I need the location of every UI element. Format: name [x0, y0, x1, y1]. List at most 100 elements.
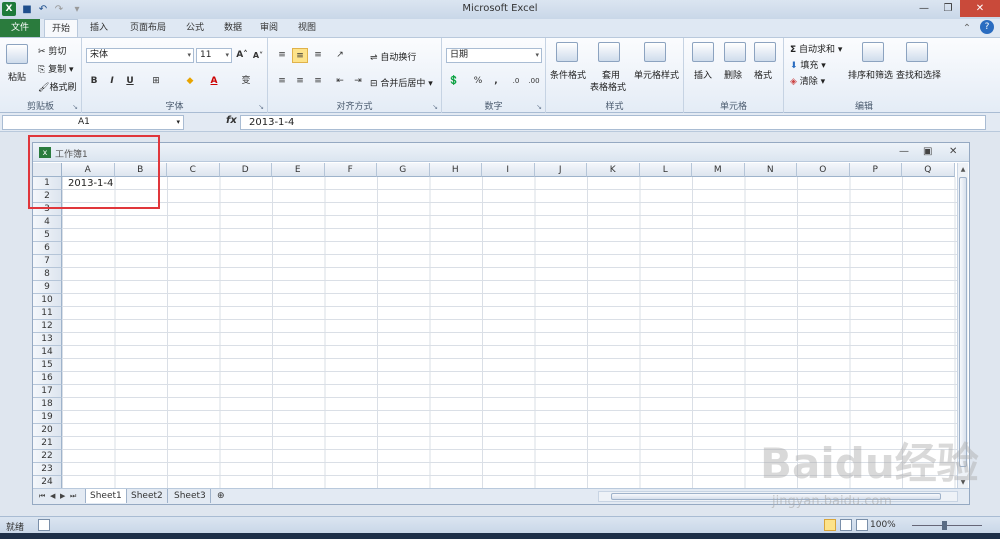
column-header[interactable]: I: [482, 163, 535, 177]
decrease-font-icon[interactable]: A˅: [250, 48, 266, 63]
currency-icon[interactable]: 💲: [446, 74, 462, 89]
comma-button[interactable]: ,: [488, 74, 504, 89]
zoom-slider-knob[interactable]: [942, 521, 947, 530]
format-table-icon[interactable]: [598, 42, 620, 62]
row-header[interactable]: 22: [33, 450, 62, 463]
workbook-close-icon[interactable]: ✕: [949, 146, 957, 157]
prev-sheet-icon[interactable]: ◀: [50, 492, 55, 500]
page-break-view-icon[interactable]: [856, 519, 868, 531]
clipboard-launcher-icon[interactable]: ↘: [72, 103, 78, 111]
row-header[interactable]: 19: [33, 411, 62, 424]
row-header[interactable]: 12: [33, 320, 62, 333]
tab-insert[interactable]: 插入: [82, 19, 116, 37]
format-cells-button[interactable]: 格式: [754, 68, 772, 81]
zoom-level[interactable]: 100%: [870, 520, 896, 530]
border-icon[interactable]: ⊞: [148, 74, 164, 89]
column-header[interactable]: F: [324, 163, 377, 177]
insert-sheet-icon[interactable]: ⊕: [213, 489, 229, 503]
find-select-button[interactable]: 查找和选择: [896, 68, 941, 81]
restore-icon[interactable]: ❐: [936, 0, 960, 17]
row-header[interactable]: 15: [33, 359, 62, 372]
workbook-restore-icon[interactable]: ▣: [923, 146, 932, 157]
page-layout-view-icon[interactable]: [840, 519, 852, 531]
row-header[interactable]: 6: [33, 242, 62, 255]
column-header[interactable]: N: [744, 163, 797, 177]
column-header[interactable]: D: [219, 163, 272, 177]
insert-cells-icon[interactable]: [692, 42, 714, 62]
format-cells-icon[interactable]: [754, 42, 776, 62]
tab-home[interactable]: 开始: [44, 19, 78, 37]
wrap-text-button[interactable]: ⇌ 自动换行: [370, 50, 416, 63]
cell-styles-button[interactable]: 单元格样式: [634, 68, 679, 81]
format-table-line2[interactable]: 表格格式: [590, 80, 626, 93]
conditional-format-icon[interactable]: [556, 42, 578, 62]
column-header[interactable]: Q: [902, 163, 955, 177]
font-name-combo[interactable]: 宋体 ▾: [86, 48, 194, 63]
column-header[interactable]: K: [587, 163, 640, 177]
column-header[interactable]: G: [377, 163, 430, 177]
number-format-combo[interactable]: 日期 ▾: [446, 48, 542, 63]
tab-data[interactable]: 数据: [218, 19, 248, 37]
increase-decimal-icon[interactable]: .0: [508, 74, 524, 89]
column-header[interactable]: O: [797, 163, 850, 177]
italic-button[interactable]: I: [104, 74, 120, 89]
macro-record-icon[interactable]: [38, 519, 50, 531]
help-icon[interactable]: ?: [980, 20, 994, 34]
tab-page-layout[interactable]: 页面布局: [124, 19, 172, 37]
sheet-tab-1[interactable]: Sheet1: [85, 489, 127, 503]
delete-cells-button[interactable]: 删除: [724, 68, 742, 81]
row-header[interactable]: 9: [33, 281, 62, 294]
row-header[interactable]: 4: [33, 216, 62, 229]
normal-view-icon[interactable]: [824, 519, 836, 531]
align-center-icon[interactable]: ≡: [292, 74, 308, 89]
workbook-minimize-icon[interactable]: —: [899, 146, 909, 157]
row-header[interactable]: 18: [33, 398, 62, 411]
font-launcher-icon[interactable]: ↘: [258, 103, 264, 111]
conditional-format-button[interactable]: 条件格式: [550, 68, 586, 81]
row-header[interactable]: 14: [33, 346, 62, 359]
last-sheet-icon[interactable]: ⏭: [70, 492, 76, 501]
increase-indent-icon[interactable]: ⇥: [350, 74, 366, 89]
sheet-tab-3[interactable]: Sheet3: [170, 489, 211, 503]
align-left-icon[interactable]: ≡: [274, 74, 290, 89]
tab-view[interactable]: 视图: [292, 19, 322, 37]
number-launcher-icon[interactable]: ↘: [536, 103, 542, 111]
font-color-button[interactable]: A: [206, 74, 222, 89]
row-header[interactable]: 7: [33, 255, 62, 268]
column-header[interactable]: M: [692, 163, 745, 177]
bold-button[interactable]: B: [86, 74, 102, 89]
zoom-slider[interactable]: [912, 521, 982, 530]
column-header[interactable]: P: [849, 163, 902, 177]
merge-center-button[interactable]: ⊟ 合并后居中 ▾: [370, 76, 433, 89]
row-header[interactable]: 17: [33, 385, 62, 398]
row-header[interactable]: 11: [33, 307, 62, 320]
insert-function-icon[interactable]: fx: [226, 115, 237, 126]
delete-cells-icon[interactable]: [724, 42, 746, 62]
percent-button[interactable]: %: [470, 74, 486, 89]
decrease-decimal-icon[interactable]: .00: [526, 74, 542, 89]
column-header[interactable]: L: [639, 163, 692, 177]
tab-review[interactable]: 审阅: [254, 19, 284, 37]
formula-input[interactable]: 2013-1-4: [240, 115, 986, 130]
close-icon[interactable]: ✕: [960, 0, 1000, 17]
find-select-icon[interactable]: [906, 42, 928, 62]
column-header[interactable]: H: [429, 163, 482, 177]
align-top-icon[interactable]: ≡: [274, 48, 290, 63]
fill-color-icon[interactable]: ◆: [182, 74, 198, 89]
column-header[interactable]: E: [272, 163, 325, 177]
name-box-dropdown-icon[interactable]: ▾: [176, 116, 180, 129]
autosum-button[interactable]: Σ 自动求和 ▾: [790, 42, 842, 55]
decrease-indent-icon[interactable]: ⇤: [332, 74, 348, 89]
sheet-tab-2[interactable]: Sheet2: [127, 489, 168, 503]
increase-font-icon[interactable]: A˄: [234, 48, 250, 63]
row-header[interactable]: 13: [33, 333, 62, 346]
clear-button[interactable]: ◈ 清除 ▾: [790, 74, 825, 87]
align-right-icon[interactable]: ≡: [310, 74, 326, 89]
fill-button[interactable]: ⬇ 填充 ▾: [790, 58, 826, 71]
row-header[interactable]: 5: [33, 229, 62, 242]
orientation-icon[interactable]: ↗: [332, 48, 348, 63]
insert-cells-button[interactable]: 插入: [694, 68, 712, 81]
next-sheet-icon[interactable]: ▶: [60, 492, 65, 500]
minimize-ribbon-icon[interactable]: ⌃: [960, 21, 974, 35]
paste-icon[interactable]: [6, 44, 28, 64]
